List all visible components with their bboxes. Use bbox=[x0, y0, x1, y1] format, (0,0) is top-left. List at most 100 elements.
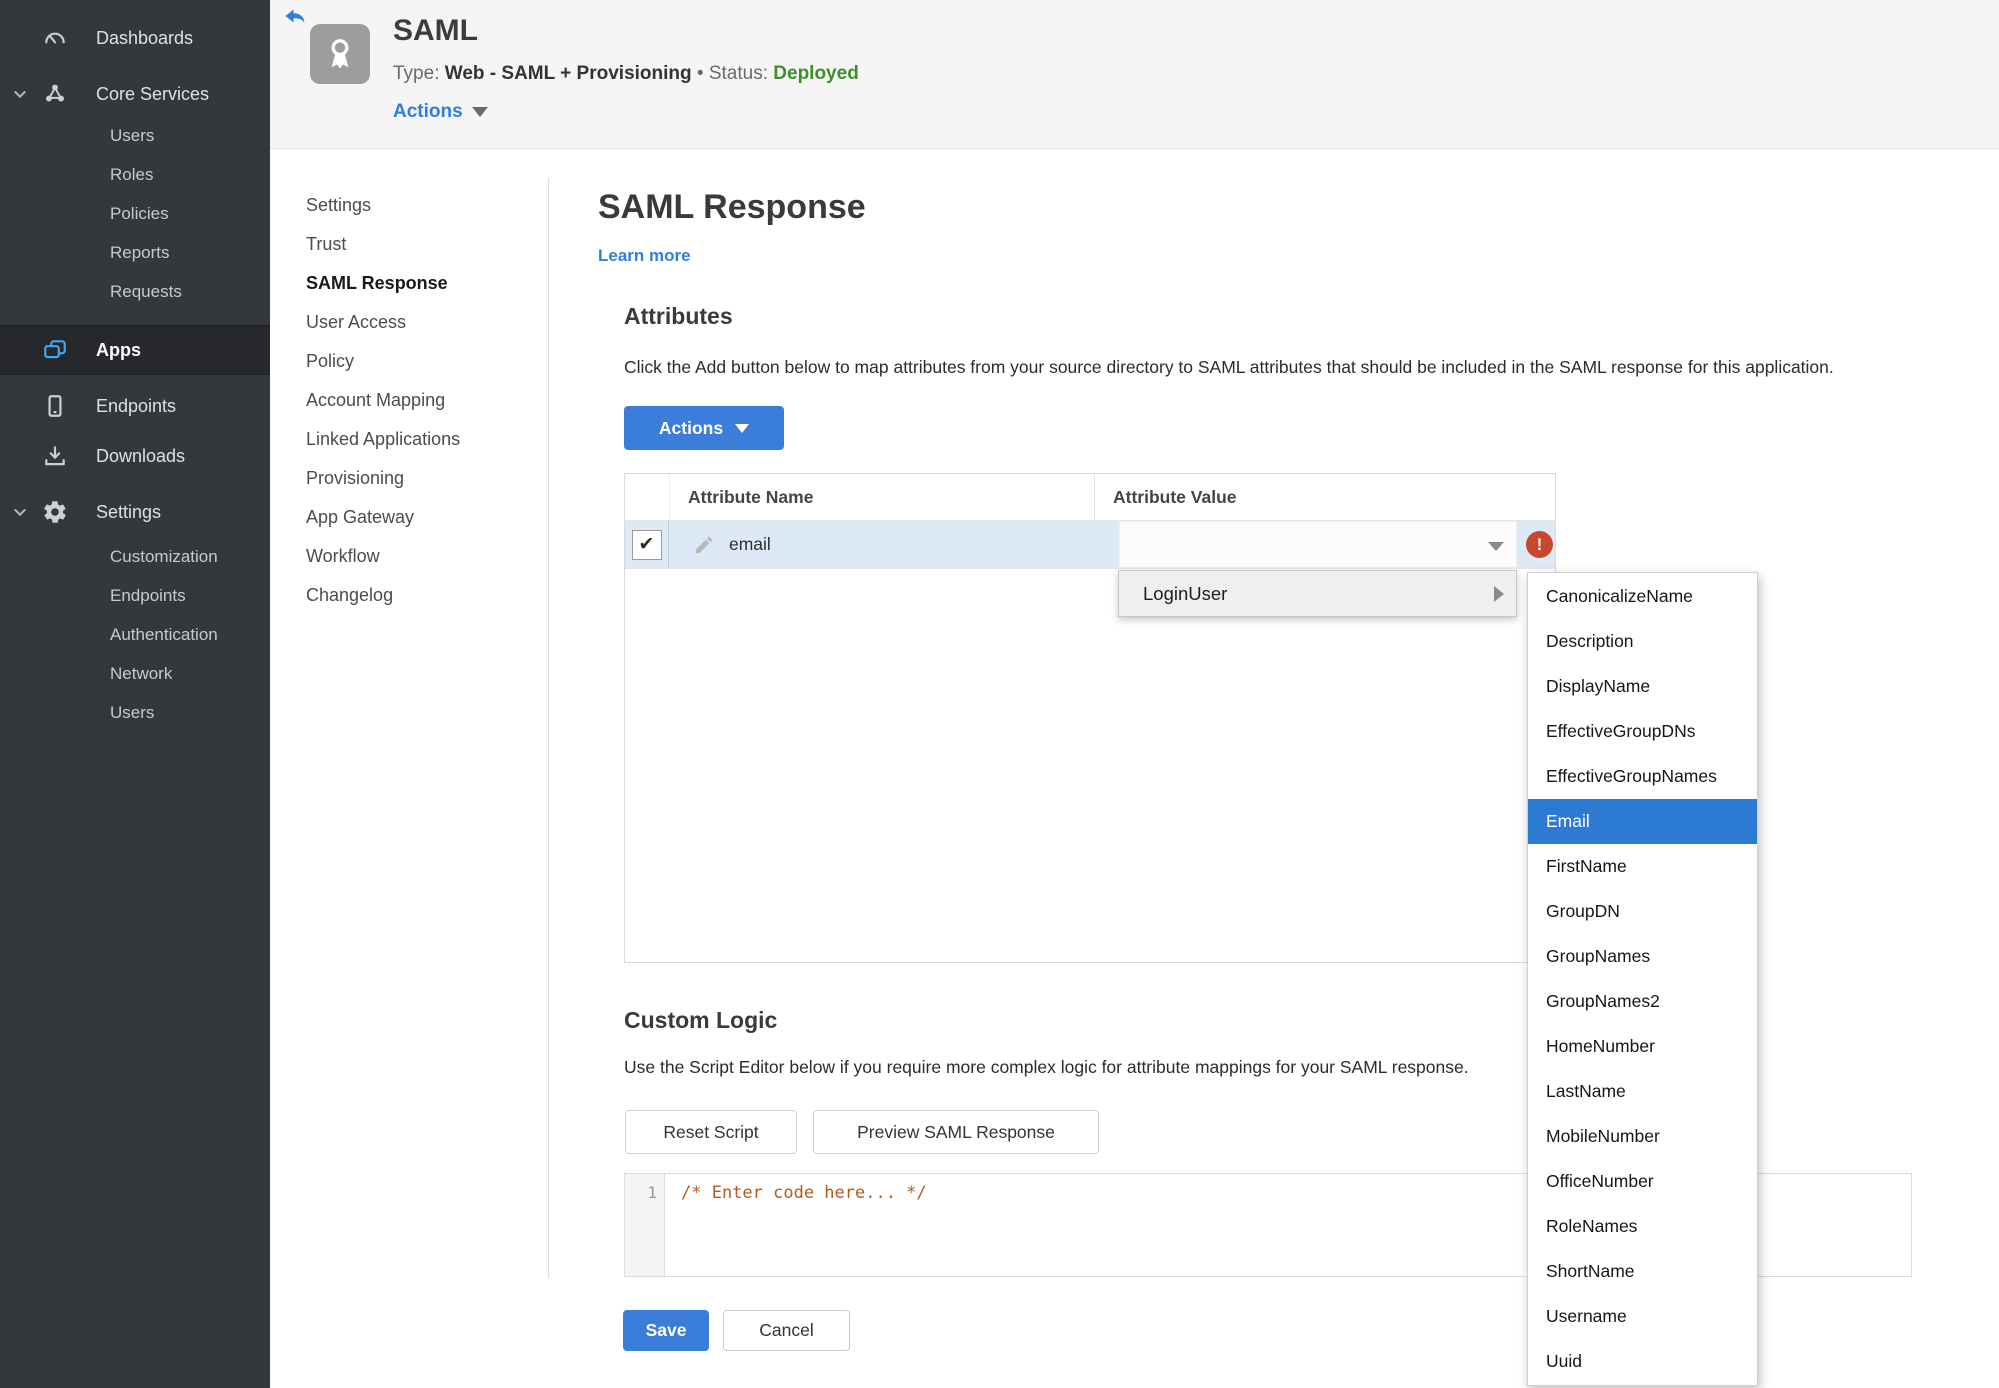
endpoint-device-icon bbox=[42, 393, 68, 419]
sidebar-item-authentication[interactable]: Authentication bbox=[0, 615, 270, 654]
tab-workflow[interactable]: Workflow bbox=[306, 537, 460, 576]
saml-app-icon bbox=[310, 24, 370, 84]
attributes-table: Attribute Name Attribute Value ✔ email ! bbox=[624, 473, 1556, 963]
submenu-item-username[interactable]: Username bbox=[1528, 1294, 1757, 1339]
header-actions-menu[interactable]: Actions bbox=[393, 101, 488, 123]
sidebar-item-settings[interactable]: Settings bbox=[0, 487, 270, 537]
submenu-item-effectivegroupnames[interactable]: EffectiveGroupNames bbox=[1528, 754, 1757, 799]
submenu-item-uuid[interactable]: Uuid bbox=[1528, 1339, 1757, 1384]
loginuser-menu-item[interactable]: LoginUser bbox=[1118, 570, 1517, 617]
table-row[interactable]: ✔ email ! bbox=[625, 521, 1555, 569]
submenu-item-rolenames[interactable]: RoleNames bbox=[1528, 1204, 1757, 1249]
back-arrow-icon[interactable] bbox=[283, 5, 307, 29]
submenu-item-officenumber[interactable]: OfficeNumber bbox=[1528, 1159, 1757, 1204]
sidebar-item-label: Settings bbox=[96, 501, 162, 522]
gear-icon bbox=[42, 499, 68, 525]
chevron-down-icon bbox=[1488, 542, 1504, 551]
chevron-down-icon[interactable] bbox=[12, 86, 28, 102]
sidebar-item-endpoints[interactable]: Endpoints bbox=[0, 381, 270, 431]
exclamation-glyph: ! bbox=[1536, 534, 1543, 554]
tab-saml-response[interactable]: SAML Response bbox=[306, 264, 460, 303]
row-checkbox-cell: ✔ bbox=[625, 521, 669, 568]
chevron-down-icon bbox=[471, 107, 488, 117]
attributes-heading: Attributes bbox=[624, 303, 733, 329]
app-window: Dashboards Core Services Users Roles Pol… bbox=[0, 0, 1999, 1388]
sidebar: Dashboards Core Services Users Roles Pol… bbox=[0, 0, 270, 1388]
sidebar-item-label: Endpoints bbox=[96, 395, 177, 416]
status-label: Status: bbox=[708, 63, 768, 84]
sidebar-item-users-settings[interactable]: Users bbox=[0, 693, 270, 732]
submenu-item-groupdn[interactable]: GroupDN bbox=[1528, 889, 1757, 934]
page-title: SAML bbox=[393, 14, 478, 47]
separator-dot: • bbox=[696, 63, 704, 84]
status-badge: Deployed bbox=[773, 63, 859, 84]
row-checkbox[interactable]: ✔ bbox=[631, 529, 662, 560]
submenu-item-effectivegroupdns[interactable]: EffectiveGroupDNs bbox=[1528, 709, 1757, 754]
submenu-item-shortname[interactable]: ShortName bbox=[1528, 1249, 1757, 1294]
checkbox-column-header bbox=[625, 474, 670, 520]
submenu-item-homenumber[interactable]: HomeNumber bbox=[1528, 1024, 1757, 1069]
app-meta: Type: Web - SAML + Provisioning • Status… bbox=[393, 63, 859, 85]
tab-app-gateway[interactable]: App Gateway bbox=[306, 498, 460, 537]
tab-trust[interactable]: Trust bbox=[306, 225, 460, 264]
learn-more-link[interactable]: Learn more bbox=[598, 246, 691, 266]
submenu-item-email[interactable]: Email bbox=[1528, 799, 1757, 844]
attribute-submenu: CanonicalizeName Description DisplayName… bbox=[1527, 572, 1758, 1386]
save-button[interactable]: Save bbox=[623, 1310, 709, 1351]
reset-script-button[interactable]: Reset Script bbox=[625, 1110, 797, 1154]
sidebar-item-core-services[interactable]: Core Services bbox=[0, 72, 270, 116]
submenu-item-canonicalizename[interactable]: CanonicalizeName bbox=[1528, 574, 1757, 619]
preview-saml-response-button[interactable]: Preview SAML Response bbox=[813, 1110, 1099, 1154]
submenu-item-firstname[interactable]: FirstName bbox=[1528, 844, 1757, 889]
chevron-down-icon[interactable] bbox=[12, 504, 28, 520]
sidebar-item-reports[interactable]: Reports bbox=[0, 233, 270, 272]
attribute-name-value: email bbox=[729, 534, 771, 554]
submenu-item-lastname[interactable]: LastName bbox=[1528, 1069, 1757, 1114]
download-icon bbox=[42, 443, 68, 469]
sidebar-item-apps[interactable]: Apps bbox=[0, 325, 270, 375]
chevron-down-icon bbox=[735, 423, 750, 433]
submenu-item-groupnames[interactable]: GroupNames bbox=[1528, 934, 1757, 979]
editor-line-number: 1 bbox=[625, 1174, 665, 1276]
tab-provisioning[interactable]: Provisioning bbox=[306, 459, 460, 498]
sidebar-item-customization[interactable]: Customization bbox=[0, 537, 270, 576]
sidebar-item-network[interactable]: Network bbox=[0, 654, 270, 693]
apps-icon bbox=[42, 337, 68, 363]
tab-settings[interactable]: Settings bbox=[306, 186, 460, 225]
actions-button-label: Actions bbox=[658, 417, 724, 438]
sidebar-item-endpoints-settings[interactable]: Endpoints bbox=[0, 576, 270, 615]
column-header-attribute-name: Attribute Name bbox=[688, 486, 814, 507]
attributes-description: Click the Add button below to map attrib… bbox=[624, 357, 1834, 377]
sidebar-item-policies[interactable]: Policies bbox=[0, 194, 270, 233]
tab-policy[interactable]: Policy bbox=[306, 342, 460, 381]
core-services-icon bbox=[42, 81, 68, 107]
menu-label: LoginUser bbox=[1143, 582, 1228, 604]
sidebar-item-downloads[interactable]: Downloads bbox=[0, 431, 270, 481]
tab-account-mapping[interactable]: Account Mapping bbox=[306, 381, 460, 420]
tab-user-access[interactable]: User Access bbox=[306, 303, 460, 342]
tab-changelog[interactable]: Changelog bbox=[306, 576, 460, 615]
submenu-arrow-icon bbox=[1494, 585, 1504, 602]
submenu-item-displayname[interactable]: DisplayName bbox=[1528, 664, 1757, 709]
attributes-actions-button[interactable]: Actions bbox=[624, 406, 784, 450]
sidebar-item-users[interactable]: Users bbox=[0, 116, 270, 155]
attribute-value-dropdown[interactable] bbox=[1119, 521, 1517, 568]
sidebar-item-label: Core Services bbox=[96, 83, 210, 104]
submenu-item-groupnames2[interactable]: GroupNames2 bbox=[1528, 979, 1757, 1024]
edit-pencil-icon[interactable] bbox=[693, 534, 715, 556]
custom-logic-heading: Custom Logic bbox=[624, 1007, 778, 1033]
cancel-button[interactable]: Cancel bbox=[723, 1310, 850, 1351]
sidebar-item-dashboards[interactable]: Dashboards bbox=[0, 16, 270, 60]
submenu-item-mobilenumber[interactable]: MobileNumber bbox=[1528, 1114, 1757, 1159]
custom-logic-description: Use the Script Editor below if you requi… bbox=[624, 1057, 1469, 1077]
section-title: SAML Response bbox=[598, 188, 866, 226]
column-header-attribute-value: Attribute Value bbox=[1094, 474, 1555, 520]
sidebar-item-roles[interactable]: Roles bbox=[0, 155, 270, 194]
app-header: SAML Type: Web - SAML + Provisioning • S… bbox=[270, 0, 1999, 149]
submenu-item-description[interactable]: Description bbox=[1528, 619, 1757, 664]
tab-linked-applications[interactable]: Linked Applications bbox=[306, 420, 460, 459]
validation-error-icon: ! bbox=[1526, 531, 1553, 558]
actions-label: Actions bbox=[393, 101, 463, 122]
sidebar-item-requests[interactable]: Requests bbox=[0, 272, 270, 311]
table-header-row: Attribute Name Attribute Value bbox=[625, 474, 1555, 521]
